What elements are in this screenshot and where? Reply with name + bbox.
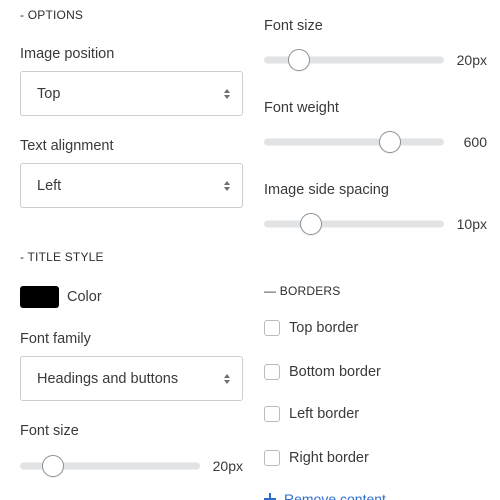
bottom-border-checkbox[interactable]	[264, 364, 280, 380]
left-border-checkbox[interactable]	[264, 406, 280, 422]
select-arrows-icon	[224, 88, 230, 99]
slider-thumb[interactable]	[42, 455, 65, 477]
top-border-checkbox[interactable]	[264, 320, 280, 336]
left-font-size-value: 20px	[212, 458, 243, 474]
text-alignment-value: Left	[37, 177, 62, 194]
remove-content-icon	[264, 493, 276, 500]
bottom-border-option[interactable]: Bottom border	[264, 364, 381, 380]
color-label: Color	[67, 289, 102, 305]
right-font-size-value: 20px	[456, 52, 487, 68]
font-family-label: Font family	[20, 331, 91, 347]
right-font-size-label: Font size	[264, 18, 323, 34]
right-border-option[interactable]: Right border	[264, 450, 369, 466]
left-border-option[interactable]: Left border	[264, 406, 359, 422]
right-border-label: Right border	[289, 450, 369, 466]
top-border-label: Top border	[289, 320, 359, 336]
color-picker[interactable]: Color	[20, 286, 102, 308]
font-weight-label: Font weight	[264, 100, 339, 116]
left-font-size-slider[interactable]	[20, 455, 200, 477]
font-family-value: Headings and buttons	[37, 370, 179, 387]
remove-content-label: Remove content	[284, 491, 386, 500]
right-font-size-slider[interactable]	[264, 49, 444, 71]
top-border-option[interactable]: Top border	[264, 320, 358, 336]
borders-heading: — BORDERS	[264, 284, 341, 298]
title-style-heading: - TITLE STYLE	[20, 250, 104, 264]
left-font-size-label: Font size	[20, 423, 79, 439]
slider-thumb[interactable]	[379, 131, 402, 153]
image-position-value: Top	[37, 85, 61, 102]
font-family-select[interactable]: Headings and buttons	[20, 356, 243, 401]
font-weight-slider[interactable]	[264, 131, 444, 153]
slider-track[interactable]	[264, 220, 444, 228]
right-border-checkbox[interactable]	[264, 450, 280, 466]
left-border-label: Left border	[289, 406, 360, 422]
slider-thumb[interactable]	[287, 49, 310, 71]
color-swatch[interactable]	[20, 286, 59, 308]
select-arrows-icon	[224, 373, 230, 384]
image-position-select[interactable]: Top	[20, 71, 243, 116]
image-side-spacing-slider[interactable]	[264, 213, 444, 235]
select-arrows-icon	[224, 180, 230, 191]
text-alignment-label: Text alignment	[20, 138, 114, 154]
remove-content-link[interactable]: Remove content	[264, 491, 386, 500]
bottom-border-label: Bottom border	[289, 364, 381, 380]
image-position-label: Image position	[20, 46, 115, 62]
image-side-spacing-value: 10px	[456, 216, 487, 232]
slider-track[interactable]	[264, 138, 444, 146]
image-side-spacing-label: Image side spacing	[264, 182, 389, 198]
text-alignment-select[interactable]: Left	[20, 163, 243, 208]
slider-thumb[interactable]	[300, 213, 323, 235]
font-weight-value: 600	[463, 134, 487, 150]
options-heading: - OPTIONS	[20, 8, 84, 22]
